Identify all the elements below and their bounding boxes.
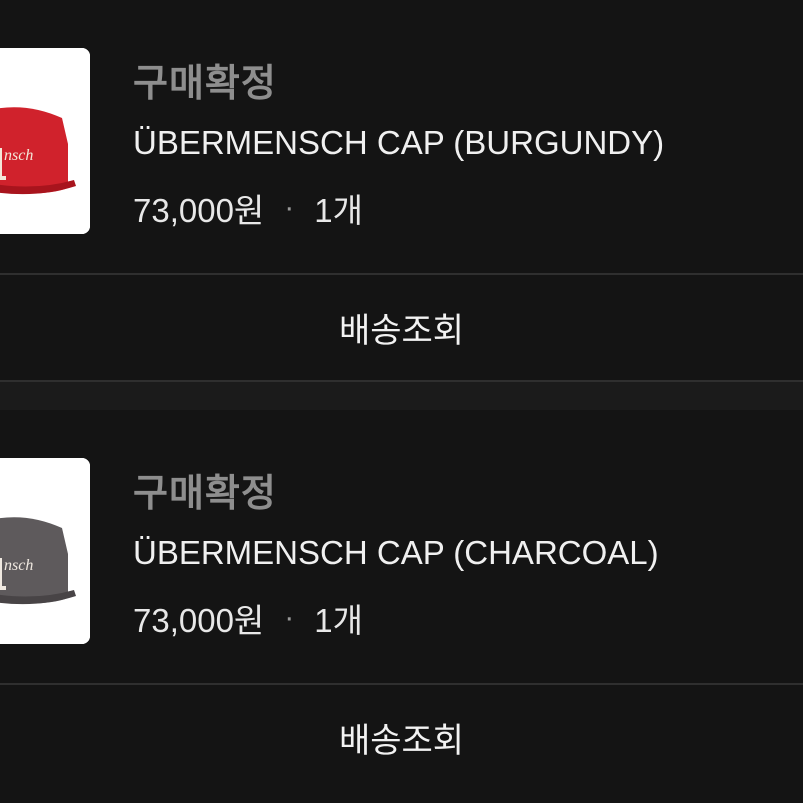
svg-text:nsch: nsch bbox=[4, 147, 33, 164]
cap-image: nsch bbox=[0, 458, 90, 644]
product-name: ÜBERMENSCH CAP (CHARCOAL) bbox=[133, 534, 659, 571]
price: 73,000원 bbox=[133, 602, 265, 639]
product-name: ÜBERMENSCH CAP (BURGUNDY) bbox=[133, 124, 665, 161]
cap-image: nsch bbox=[0, 48, 90, 234]
price-quantity: 73,000원 · 1개 bbox=[133, 594, 363, 642]
order-card: nsch 구매확정 ÜBERMENSCH CAP (CHARCOAL) 73,0… bbox=[0, 410, 803, 760]
svg-text:nsch: nsch bbox=[4, 557, 33, 574]
order-item-row[interactable]: nsch 구매확정 ÜBERMENSCH CAP (BURGUNDY) 73,0… bbox=[0, 0, 803, 273]
order-item-row[interactable]: nsch 구매확정 ÜBERMENSCH CAP (CHARCOAL) 73,0… bbox=[0, 410, 803, 683]
price-quantity: 73,000원 · 1개 bbox=[133, 184, 363, 232]
order-status: 구매확정 bbox=[133, 63, 277, 105]
product-thumbnail[interactable]: nsch bbox=[0, 48, 90, 234]
track-delivery-button[interactable]: 배송조회 bbox=[0, 275, 803, 380]
quantity: 1개 bbox=[314, 602, 364, 639]
order-status: 구매확정 bbox=[133, 473, 277, 515]
product-thumbnail[interactable]: nsch bbox=[0, 458, 90, 644]
section-gap bbox=[0, 382, 803, 410]
order-list: nsch 구매확정 ÜBERMENSCH CAP (BURGUNDY) 73,0… bbox=[0, 0, 803, 803]
separator-dot: · bbox=[284, 191, 295, 224]
quantity: 1개 bbox=[314, 192, 364, 229]
track-delivery-button[interactable]: 배송조회 bbox=[0, 685, 803, 790]
order-card: nsch 구매확정 ÜBERMENSCH CAP (BURGUNDY) 73,0… bbox=[0, 0, 803, 410]
price: 73,000원 bbox=[133, 192, 265, 229]
separator-dot: · bbox=[284, 601, 295, 634]
